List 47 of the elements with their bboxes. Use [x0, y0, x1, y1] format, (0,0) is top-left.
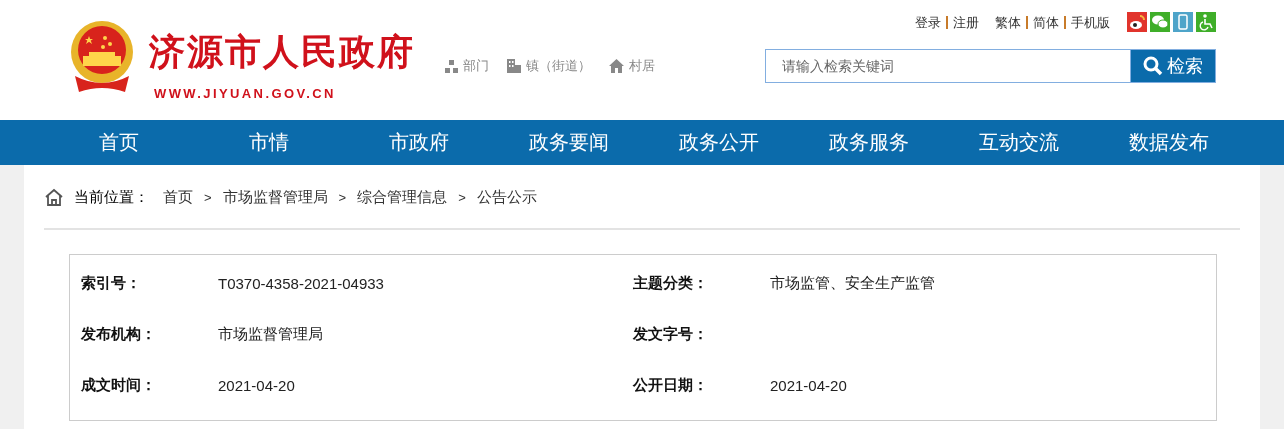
- home-icon: [44, 187, 64, 207]
- quick-link[interactable]: 镇（街道）: [507, 57, 591, 75]
- field-value: 2021-04-20: [218, 377, 296, 394]
- nav-item[interactable]: 互动交流: [944, 120, 1094, 165]
- field-label: 主题分类：: [633, 274, 709, 293]
- field-label: 发布机构：: [81, 325, 157, 344]
- site-url: WWW.JIYUAN.GOV.CN: [154, 86, 337, 101]
- nav-item[interactable]: 政务要闻: [494, 120, 644, 165]
- house-icon: [609, 59, 624, 73]
- breadcrumb-link[interactable]: 公告公示: [476, 187, 537, 207]
- search-field[interactable]: 请输入检索关键词: [765, 49, 1131, 83]
- field-label: 成文时间：: [81, 376, 157, 395]
- breadcrumb-link[interactable]: 综合管理信息: [357, 187, 448, 207]
- breadcrumb-separator: >: [204, 189, 212, 205]
- quick-link[interactable]: 部门: [445, 57, 489, 75]
- site-title: 济源市人民政府: [149, 32, 415, 72]
- nav-item[interactable]: 市政府: [344, 120, 494, 165]
- nav-item[interactable]: 政务服务: [794, 120, 944, 165]
- breadcrumb-link[interactable]: 首页: [163, 187, 193, 207]
- mobile-icon[interactable]: [1173, 12, 1193, 32]
- breadcrumb-label: 当前位置：: [74, 187, 149, 207]
- breadcrumb-link[interactable]: 市场监督管理局: [222, 187, 328, 207]
- nav-item[interactable]: 首页: [44, 120, 194, 165]
- top-link[interactable]: 简体: [1026, 15, 1064, 29]
- field-value: 市场监督管理局: [218, 325, 324, 344]
- breadcrumb-separator: >: [338, 189, 347, 205]
- quick-link[interactable]: 村居: [609, 57, 655, 75]
- nav-item[interactable]: 政务公开: [644, 120, 794, 165]
- top-link[interactable]: 繁体: [990, 15, 1026, 29]
- nav-item[interactable]: 数据发布: [1094, 120, 1244, 165]
- nav-item[interactable]: 市情: [194, 120, 344, 165]
- weibo-icon[interactable]: [1127, 12, 1147, 32]
- top-link[interactable]: 手机版: [1064, 15, 1115, 29]
- field-value: 2021-04-20: [770, 377, 848, 394]
- building-icon: [507, 59, 521, 73]
- field-value: 市场监管、安全生产监管: [770, 274, 936, 293]
- accessibility-icon[interactable]: [1196, 12, 1216, 32]
- field-label: 发文字号：: [633, 325, 709, 344]
- search-button[interactable]: 检索: [1131, 49, 1216, 83]
- field-label: 公开日期：: [633, 376, 709, 395]
- top-link[interactable]: 注册: [946, 15, 984, 29]
- search-icon: [1143, 56, 1163, 76]
- field-label: 索引号：: [81, 274, 142, 293]
- field-value: T0370-4358-2021-04933: [218, 275, 385, 292]
- top-link[interactable]: 登录: [910, 15, 946, 29]
- org-chart-icon: [445, 59, 458, 73]
- breadcrumb-separator: >: [458, 189, 466, 205]
